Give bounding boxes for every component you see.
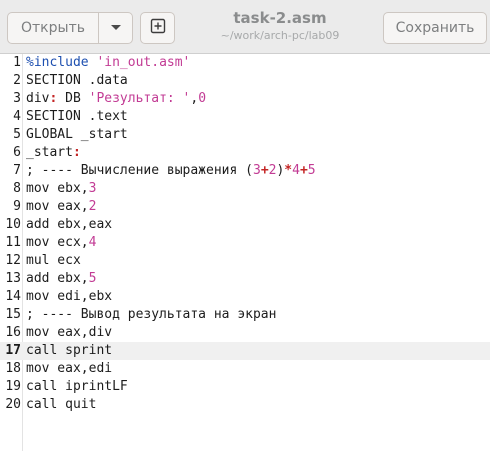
code-line-text: add ebx,5 xyxy=(26,271,97,286)
code-line-text: _start: xyxy=(26,145,81,160)
code-line-text: mov ecx,4 xyxy=(26,235,97,250)
code-line[interactable]: 13 add ebx,5 xyxy=(0,270,490,288)
code-line-text: SECTION .data xyxy=(26,73,128,88)
code-line[interactable]: 16 mov eax,div xyxy=(0,324,490,342)
code-line[interactable]: 2 SECTION .data xyxy=(0,72,490,90)
header-bar: Открыть task-2.asm ~/work/arch-pc/lab09 … xyxy=(0,0,490,54)
code-line-text: mov eax,edi xyxy=(26,361,113,376)
window-title-area: task-2.asm ~/work/arch-pc/lab09 xyxy=(190,8,370,43)
line-number: 10 xyxy=(5,217,21,232)
code-line[interactable]: 5 GLOBAL _start xyxy=(0,126,490,144)
code-line-text: mov eax,2 xyxy=(26,199,97,214)
code-line-text: call sprint xyxy=(26,343,113,358)
line-number: 11 xyxy=(5,235,21,250)
line-number: 15 xyxy=(5,307,21,322)
code-line-text: add ebx,eax xyxy=(26,217,113,232)
chevron-down-icon xyxy=(110,20,122,36)
open-menu-button[interactable] xyxy=(98,12,133,44)
window-subtitle: ~/work/arch-pc/lab09 xyxy=(220,29,340,42)
code-line[interactable]: 19 call iprintLF xyxy=(0,378,490,396)
line-number: 7 xyxy=(13,163,21,178)
code-line[interactable]: 4 SECTION .text xyxy=(0,108,490,126)
new-tab-icon xyxy=(150,18,166,38)
code-line-text: ; ---- Вычисление выражения (3+2)*4+5 xyxy=(26,163,316,178)
line-number: 12 xyxy=(5,253,21,268)
code-line[interactable]: 10 add ebx,eax xyxy=(0,216,490,234)
line-number: 2 xyxy=(13,73,21,88)
code-line[interactable]: 7 ; ---- Вычисление выражения (3+2)*4+5 xyxy=(0,162,490,180)
line-number: 14 xyxy=(5,289,21,304)
code-line[interactable]: 6 _start: xyxy=(0,144,490,162)
line-number: 20 xyxy=(5,397,21,412)
code-line-text: ; ---- Вывод результата на экран xyxy=(26,307,277,322)
code-line-text: call quit xyxy=(26,397,97,412)
code-line[interactable]: 3 div: DB 'Результат: ',0 xyxy=(0,90,490,108)
code-editor[interactable]: 1 %include 'in_out.asm' 2 SECTION .data 3 div… xyxy=(0,54,490,451)
code-line-text: GLOBAL _start xyxy=(26,127,128,142)
line-number: 1 xyxy=(13,55,21,70)
line-number: 19 xyxy=(5,379,21,394)
code-line[interactable]: 14 mov edi,ebx xyxy=(0,288,490,306)
line-number: 16 xyxy=(5,325,21,340)
code-line[interactable]: 11 mov ecx,4 xyxy=(0,234,490,252)
code-line-text: SECTION .text xyxy=(26,109,128,124)
code-line[interactable]: 1 %include 'in_out.asm' xyxy=(0,54,490,72)
line-number: 4 xyxy=(13,109,21,124)
code-line-text: call iprintLF xyxy=(26,379,128,394)
code-line[interactable]: 17 call sprint xyxy=(0,342,490,360)
code-line-text: mov edi,ebx xyxy=(26,289,113,304)
new-tab-button[interactable] xyxy=(140,12,175,44)
line-number: 6 xyxy=(13,145,21,160)
code-line-text: mov eax,div xyxy=(26,325,113,340)
line-number: 13 xyxy=(5,271,21,286)
line-number: 17 xyxy=(5,343,21,358)
code-line-text: mul ecx xyxy=(26,253,81,268)
code-line[interactable]: 20 call quit xyxy=(0,396,490,414)
open-button[interactable]: Открыть xyxy=(7,12,99,44)
window-title: task-2.asm xyxy=(233,9,327,27)
code-line-text: %include 'in_out.asm' xyxy=(26,55,191,70)
save-button[interactable]: Сохранить xyxy=(383,12,487,44)
line-number: 18 xyxy=(5,361,21,376)
code-line[interactable]: 12 mul ecx xyxy=(0,252,490,270)
code-line[interactable]: 15 ; ---- Вывод результата на экран xyxy=(0,306,490,324)
line-number: 3 xyxy=(13,91,21,106)
line-number: 8 xyxy=(13,181,21,196)
code-line[interactable]: 8 mov ebx,3 xyxy=(0,180,490,198)
code-line[interactable]: 9 mov eax,2 xyxy=(0,198,490,216)
code-line-text: div: DB 'Результат: ',0 xyxy=(26,91,207,106)
line-number: 5 xyxy=(13,127,21,142)
code-area[interactable]: 1 %include 'in_out.asm' 2 SECTION .data 3 div… xyxy=(0,54,490,414)
code-line-text: mov ebx,3 xyxy=(26,181,97,196)
code-line[interactable]: 18 mov eax,edi xyxy=(0,360,490,378)
line-number: 9 xyxy=(13,199,21,214)
